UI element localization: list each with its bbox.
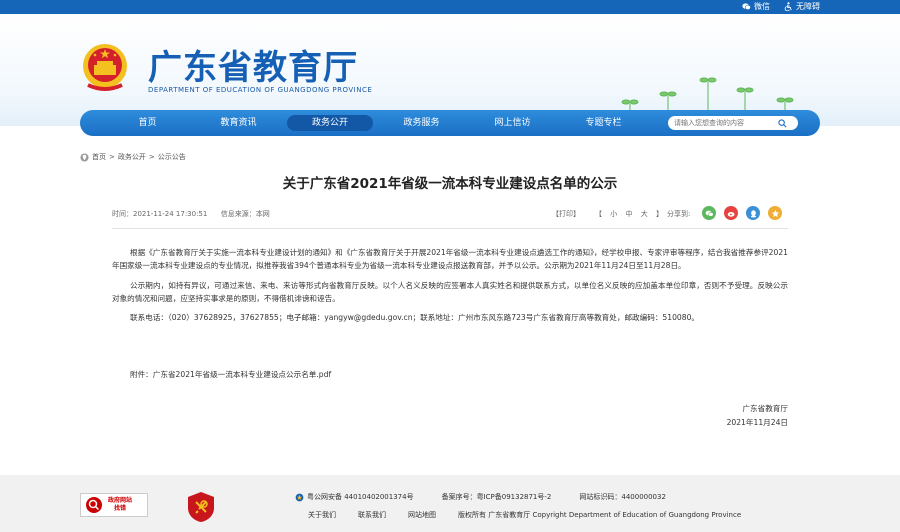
search-box bbox=[668, 116, 798, 130]
share-label: 分享到: bbox=[667, 210, 691, 218]
qzone-share-icon[interactable] bbox=[768, 206, 782, 220]
nav-item-services[interactable]: 政务服务 bbox=[376, 115, 467, 131]
party-organization-badge-icon[interactable] bbox=[185, 491, 217, 523]
accessibility-label: 无障碍 bbox=[796, 2, 820, 11]
article-meta: 时间：2021-11-24 17:30:51 信息来源：本网 【打印】 【 小 … bbox=[112, 206, 788, 222]
font-size-bracket-open: 【 bbox=[595, 210, 602, 218]
meta-info: 时间：2021-11-24 17:30:51 信息来源：本网 bbox=[112, 209, 270, 219]
gov-badge-line2: 找错 bbox=[114, 505, 127, 512]
police-record[interactable]: 粤公网安备 44010402001374号 bbox=[307, 492, 414, 502]
breadcrumb: 首页 > 政务公开 > 公示公告 bbox=[80, 152, 186, 162]
article-title: 关于广东省2021年省级一流本科专业建设点名单的公示 bbox=[282, 176, 618, 192]
footer-links: 关于我们 联系我们 网站地图 版权所有 广东省教育厅 Copyright Dep… bbox=[308, 510, 741, 520]
nav-item-topics[interactable]: 专题专栏 bbox=[558, 115, 649, 131]
attachment-link[interactable]: 广东省2021年省级一流本科专业建设点公示名单.pdf bbox=[153, 370, 331, 379]
font-medium-button[interactable]: 中 bbox=[625, 210, 632, 218]
breadcrumb-home[interactable]: 首页 bbox=[92, 152, 106, 162]
nav-item-petition[interactable]: 网上信访 bbox=[467, 115, 558, 131]
footer: 政府网站 找错 粤公网安备 44010402001374号 备案序号：粤ICP备… bbox=[0, 475, 900, 532]
gov-badge-line1: 政府网站 bbox=[108, 497, 133, 504]
icp-record[interactable]: 备案序号：粤ICP备09132871号-2 bbox=[442, 492, 552, 502]
source-label: 信息来源： bbox=[220, 210, 256, 218]
site-identifier: 网站标识码：4400000032 bbox=[579, 493, 666, 501]
copyright: 版权所有 广东省教育厅 Copyright Department of Educ… bbox=[458, 511, 742, 519]
breadcrumb-separator: > bbox=[109, 153, 115, 161]
paragraph-2: 公示期内，如持有异议，可通过来信、来电、来访等形式向省教育厅反映。以个人名义反映… bbox=[112, 280, 788, 303]
wechat-share-icon[interactable] bbox=[702, 206, 716, 220]
paragraph-1: 根据《广东省教育厅关于实施一流本科专业建设计划的通知》和《广东省教育厅关于开展2… bbox=[112, 248, 788, 271]
national-emblem-icon bbox=[83, 44, 127, 91]
nav-item-government-affairs[interactable]: 政务公开 bbox=[287, 115, 373, 131]
time-label: 时间： bbox=[112, 210, 133, 218]
wechat-icon bbox=[742, 3, 751, 10]
top-bar: 微信 无障碍 bbox=[0, 0, 900, 14]
site-title: 广东省教育厅 bbox=[148, 48, 358, 88]
error-report-icon bbox=[86, 497, 102, 513]
footer-records: 粤公网安备 44010402001374号 备案序号：粤ICP备09132871… bbox=[295, 492, 666, 502]
nav-item-news[interactable]: 教育资讯 bbox=[193, 115, 284, 131]
location-icon bbox=[80, 152, 89, 162]
main-nav: 首页 教育资讯 政务公开 政务服务 网上信访 专题专栏 bbox=[80, 110, 820, 136]
source-value: 本网 bbox=[255, 210, 270, 218]
accessibility-link[interactable]: 无障碍 bbox=[784, 1, 820, 12]
attachment-label: 附件： bbox=[130, 370, 153, 379]
breadcrumb-announcements[interactable]: 公示公告 bbox=[158, 152, 186, 162]
article-body: 根据《广东省教育厅关于实施一流本科专业建设计划的通知》和《广东省教育厅关于开展2… bbox=[112, 246, 788, 330]
breadcrumb-separator: > bbox=[148, 153, 155, 161]
police-badge-icon bbox=[295, 493, 304, 501]
site-subtitle: DEPARTMENT OF EDUCATION OF GUANGDONG PRO… bbox=[148, 86, 373, 94]
publish-time: 2021-11-24 17:30:51 bbox=[133, 210, 208, 218]
nav-item-home[interactable]: 首页 bbox=[102, 115, 193, 131]
meta-divider bbox=[112, 228, 788, 229]
signature-date: 2021年11月24日 bbox=[726, 418, 788, 427]
attachment: 附件：广东省2021年省级一流本科专业建设点公示名单.pdf bbox=[130, 369, 331, 380]
wechat-link[interactable]: 微信 bbox=[742, 1, 770, 12]
font-size-controls: 【 小 中 大 】 bbox=[595, 209, 663, 219]
font-size-bracket-close: 】 bbox=[655, 210, 663, 218]
signature-organization: 广东省教育厅 bbox=[742, 404, 788, 413]
paragraph-contact: 联系电话：（020）37628925，37627855；电子邮箱：yangyw@… bbox=[130, 313, 699, 323]
font-large-button[interactable]: 大 bbox=[641, 210, 648, 218]
font-small-button[interactable]: 小 bbox=[610, 210, 617, 218]
breadcrumb-government-affairs[interactable]: 政务公开 bbox=[118, 152, 146, 162]
footer-link-about[interactable]: 关于我们 bbox=[308, 510, 336, 520]
footer-link-sitemap[interactable]: 网站地图 bbox=[408, 510, 436, 520]
accessibility-icon bbox=[784, 2, 792, 11]
wechat-label: 微信 bbox=[754, 2, 770, 11]
search-input[interactable] bbox=[674, 119, 778, 127]
weibo-share-icon[interactable] bbox=[724, 206, 738, 220]
gov-website-error-report-badge[interactable]: 政府网站 找错 bbox=[80, 493, 148, 517]
top-links: 微信 无障碍 bbox=[742, 1, 820, 12]
qq-share-icon[interactable] bbox=[746, 206, 760, 220]
print-button[interactable]: 【打印】 bbox=[552, 209, 580, 219]
share-icons bbox=[702, 206, 782, 220]
search-icon[interactable] bbox=[778, 118, 787, 128]
footer-link-contact[interactable]: 联系我们 bbox=[358, 510, 386, 520]
